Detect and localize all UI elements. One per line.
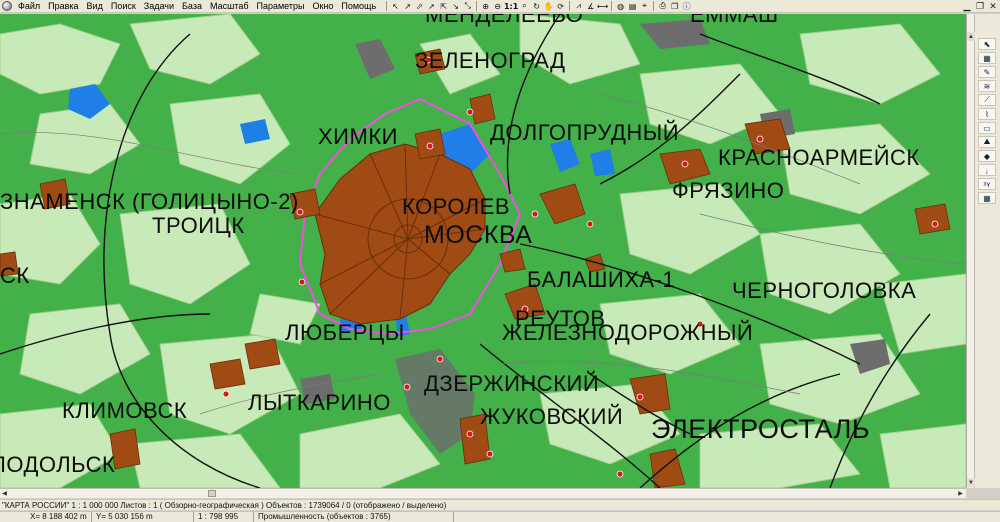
scroll-right-icon[interactable]: ▶ [956, 489, 965, 498]
label-korolev: КОРОЛЕВ [402, 194, 511, 219]
coordinate-statusbar: X= 8 188 402 m Y= 5 030 156 m 1 : 798 99… [0, 511, 1000, 522]
area-tool-icon[interactable]: ▭ [978, 122, 996, 134]
label-lyubertsy: ЛЮБЕРЦЫ [285, 320, 405, 345]
label-yemash: ЕММАШ [690, 14, 779, 27]
active-layer: Промышленность (объектов : 3765) [254, 512, 454, 522]
cursor-info-icon[interactable]: ⌖ [639, 1, 650, 12]
toolbar-separator [386, 1, 388, 11]
refresh-icon[interactable]: ⟳ [555, 1, 566, 12]
layers-icon[interactable]: ◍ [615, 1, 626, 12]
menu-database[interactable]: База [178, 1, 206, 11]
menu-toolbar-bar: Файл Правка Вид Поиск Задачи База Масшта… [0, 0, 1000, 13]
map-canvas[interactable]: МЕНДЕЛЕЕВО ЕММАШ ЗЕЛЕНОГРАД ХИМКИ ДОЛГОП… [0, 14, 966, 488]
main-menu: Файл Правка Вид Поиск Задачи База Масшта… [14, 1, 380, 11]
app-globe-icon[interactable] [2, 1, 12, 11]
grid-tool-icon[interactable]: ▦ [978, 52, 996, 64]
scale-1-1-button[interactable]: 1:1 [504, 1, 518, 12]
menu-parameters[interactable]: Параметры [252, 1, 308, 11]
angle-icon[interactable]: ∡ [585, 1, 596, 12]
menu-edit[interactable]: Правка [44, 1, 82, 11]
paint-tool-icon[interactable]: ✎ [978, 66, 996, 78]
toolbar: ↖ ↗ ⬀ ➚ ⇱ ↘ ⤡ ⊕ ⊖ 1:1 ⌕ ↻ ✋ ⟳ ⩘ ∡ ⟷ ◍ ▤ … [384, 1, 692, 12]
scroll-up-icon[interactable]: ▲ [967, 32, 975, 41]
label-znamensk: ЗНАМЕНСК (ГОЛИЦЫНО-2) [0, 189, 299, 214]
minimize-icon[interactable]: ▁ [961, 0, 973, 12]
table-tool-icon[interactable]: ▦ [978, 192, 996, 204]
map-info-text: "КАРТА РОССИИ" 1 : 1 000 000 Листов : 1 … [2, 501, 447, 510]
toolbar-separator [569, 1, 571, 11]
coordinates-tool-icon[interactable]: ᵡʏ [978, 178, 996, 190]
label-balashikha: БАЛАШИХА-1 [527, 267, 676, 292]
profile-tool-icon[interactable]: ⛰ [978, 136, 996, 148]
gis-application-window: Файл Правка Вид Поиск Задачи База Масшта… [0, 0, 1000, 522]
toolbar-separator [476, 1, 478, 11]
select-object-icon[interactable]: ⬀ [414, 1, 425, 12]
label-dolgoprudny: ДОЛГОПРУДНЫЙ [490, 120, 680, 145]
label-zheleznodorozhny: ЖЕЛЕЗНОДОРОЖНЫЙ [502, 320, 754, 345]
legend-icon[interactable]: ▤ [627, 1, 638, 12]
label-chernogolovka: ЧЕРНОГОЛОВКА [732, 278, 917, 303]
toolbar-separator [611, 1, 613, 11]
label-lytkarino: ЛЫТКАРИНО [248, 390, 391, 415]
label-klimovsk: КЛИМОВСК [62, 398, 188, 423]
polyline-tool-icon[interactable]: ⌇ [978, 108, 996, 120]
line-tool-icon[interactable]: ⟋ [978, 94, 996, 106]
menu-window[interactable]: Окно [308, 1, 337, 11]
label-moskva: МОСКВА [424, 221, 533, 249]
select-icon[interactable]: ↖ [390, 1, 401, 12]
label-fryazino: ФРЯЗИНО [672, 178, 785, 203]
label-dzerzhinsky: ДЗЕРЖИНСКИЙ [424, 371, 600, 396]
menu-search[interactable]: Поиск [107, 1, 140, 11]
copy-icon[interactable]: ❐ [669, 1, 680, 12]
label-partial-left: СК [0, 263, 30, 288]
close-icon[interactable]: ✕ [987, 0, 999, 12]
scroll-down-icon[interactable]: ▼ [967, 478, 975, 487]
hand-icon[interactable]: ✋ [543, 1, 554, 12]
label-zhukovsky: ЖУКОВСКИЙ [480, 404, 624, 429]
layers-tool-icon[interactable]: ≋ [978, 80, 996, 92]
horizontal-scroll-thumb[interactable] [208, 490, 216, 497]
toolbar-separator [653, 1, 655, 11]
menu-tasks[interactable]: Задачи [140, 1, 178, 11]
map-info-statusbar: "КАРТА РОССИИ" 1 : 1 000 000 Листов : 1 … [0, 499, 1000, 510]
select-region-icon[interactable]: ↗ [402, 1, 413, 12]
pointer-icon[interactable]: ➚ [426, 1, 437, 12]
tool-palette: ▲ ▼ ⬉ ▦ ✎ ≋ ⟋ ⌇ ▭ ⛰ ◆ ⱼ ᵡʏ ▦ [966, 14, 1000, 488]
label-elektrostal: ЭЛЕКТРОСТАЛЬ [651, 414, 871, 444]
label-khimki: ХИМКИ [318, 124, 398, 149]
label-krasnoarmeysk: КРАСНОАРМЕЙСК [718, 145, 920, 170]
relief-tool-icon[interactable]: ◆ [978, 150, 996, 162]
measure-icon[interactable]: ⩘ [573, 1, 584, 12]
y-coordinate: Y= 5 030 156 m [92, 512, 194, 522]
x-coordinate: X= 8 188 402 m [0, 512, 92, 522]
current-scale: 1 : 798 995 [194, 512, 254, 522]
menu-scale[interactable]: Масштаб [206, 1, 253, 11]
cursor-tool-icon[interactable]: ⬉ [978, 38, 996, 50]
label-podolsk: ПОДОЛЬСК [0, 452, 116, 477]
help-icon[interactable]: ⓘ [681, 1, 692, 12]
edit-pointer-icon[interactable]: ↘ [450, 1, 461, 12]
label-troitsk: ТРОИЦК [152, 213, 245, 238]
label-mendeleevo: МЕНДЕЛЕЕВО [425, 14, 584, 27]
zoom-in-icon[interactable]: ⊕ [480, 1, 491, 12]
rotate-icon[interactable]: ↻ [531, 1, 542, 12]
palette-tools: ⬉ ▦ ✎ ≋ ⟋ ⌇ ▭ ⛰ ◆ ⱼ ᵡʏ ▦ [978, 38, 998, 204]
print-icon[interactable]: ⎙ [657, 1, 668, 12]
scroll-left-icon[interactable]: ◀ [0, 489, 9, 498]
horizontal-scrollbar[interactable]: ◀ ▶ [0, 488, 966, 498]
height-tool-icon[interactable]: ⱼ [978, 164, 996, 176]
vertical-scrollbar[interactable]: ▲ ▼ [967, 14, 975, 488]
restore-icon[interactable]: ❐ [974, 0, 986, 12]
menu-help[interactable]: Помощь [337, 1, 380, 11]
select-area-icon[interactable]: ⇱ [438, 1, 449, 12]
zoom-out-icon[interactable]: ⊖ [492, 1, 503, 12]
move-pointer-icon[interactable]: ⤡ [462, 1, 473, 12]
distance-icon[interactable]: ⟷ [597, 1, 608, 12]
menu-view[interactable]: Вид [83, 1, 107, 11]
label-zelenograd: ЗЕЛЕНОГРАД [415, 48, 566, 73]
zoom-region-icon[interactable]: ⌕ [519, 1, 530, 12]
menu-file[interactable]: Файл [14, 1, 44, 11]
